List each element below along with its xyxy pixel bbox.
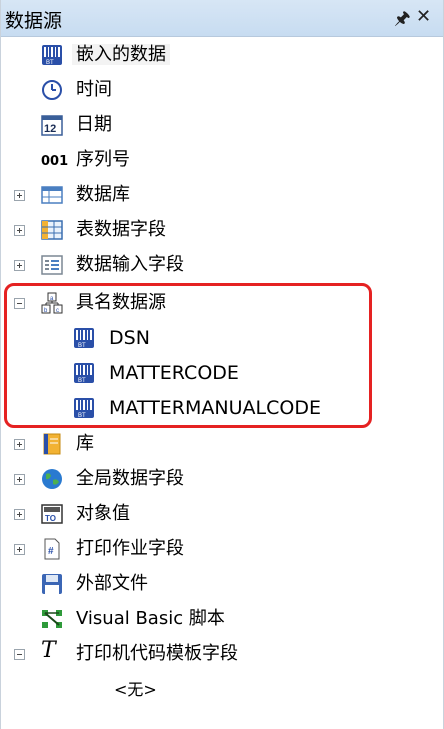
tree-item-serial-number[interactable]: 001 序列号 [1, 144, 443, 178]
tree-item-label: 数据库 [76, 184, 130, 205]
calendar-icon-number: 12 [44, 123, 56, 135]
tree-item-label: 打印机代码模板字段 [76, 643, 238, 664]
tree-item-time[interactable]: 时间 [1, 74, 443, 108]
tree-item-label: 外部文件 [76, 573, 148, 594]
script-nodes-icon [42, 610, 62, 628]
tree-item-label: 时间 [76, 79, 112, 100]
tree-item-label: 日期 [76, 114, 112, 135]
svg-text:BT: BT [46, 60, 54, 66]
tree-item-print-job-fields[interactable]: # 打印作业字段 [1, 533, 443, 567]
collapse-icon[interactable] [14, 649, 25, 660]
tree-item-label: 表数据字段 [76, 219, 166, 240]
serial-icon: 001 [41, 154, 69, 169]
tree-item-label: 序列号 [76, 149, 130, 170]
table-grid-icon [41, 220, 63, 240]
tree-item-database[interactable]: 数据库 [1, 179, 443, 213]
expand-icon[interactable] [14, 509, 25, 520]
print-job-icon: # [44, 538, 60, 560]
panel-titlebar: 数据源 🖈 ✕ [1, 0, 443, 37]
svg-text:TO: TO [45, 514, 56, 523]
clock-icon [42, 80, 62, 100]
expand-icon[interactable] [14, 190, 25, 201]
tree-item-none[interactable]: <无> [1, 674, 443, 708]
font-t-icon: T [41, 638, 56, 663]
data-source-panel: 数据源 🖈 ✕ BT 嵌入的数据 时间 12 日期 001 序列号 数据库 表数… [0, 0, 444, 729]
tree-item-label: 全局数据字段 [76, 468, 184, 489]
calendar-icon: 12 [41, 115, 63, 136]
tree-item-global-fields[interactable]: 全局数据字段 [1, 463, 443, 497]
tree-item-vb-script[interactable]: Visual Basic 脚本 [1, 603, 443, 637]
tree-item-printer-code-template-fields[interactable]: T 打印机代码模板字段 [1, 638, 443, 672]
tree-item-label: 库 [76, 433, 94, 454]
tree-item-label: 对象值 [76, 503, 130, 524]
tree-item-label: 嵌入的数据 [72, 44, 170, 65]
tree-item-label: Visual Basic 脚本 [76, 608, 225, 629]
library-icon [43, 433, 61, 455]
globe-icon [42, 469, 62, 489]
tree-item-label: 数据输入字段 [76, 254, 184, 275]
tree-item-table-fields[interactable]: 表数据字段 [1, 214, 443, 248]
expand-icon[interactable] [14, 260, 25, 271]
highlight-annotation-box [4, 283, 372, 428]
tree-item-object-value[interactable]: TO 对象值 [1, 498, 443, 532]
object-value-icon: TO [41, 504, 63, 524]
close-icon[interactable]: ✕ [416, 6, 431, 27]
tree-item-label: <无> [114, 680, 157, 699]
svg-text:#: # [48, 546, 54, 557]
expand-icon[interactable] [14, 544, 25, 555]
expand-icon[interactable] [14, 225, 25, 236]
tree-item-embedded-data[interactable]: BT 嵌入的数据 [1, 39, 443, 73]
tree-item-date[interactable]: 12 日期 [1, 109, 443, 143]
panel-title: 数据源 [5, 10, 63, 32]
save-disk-icon [42, 574, 62, 594]
tree-item-external-file[interactable]: 外部文件 [1, 568, 443, 602]
database-table-icon [41, 186, 63, 204]
expand-icon[interactable] [14, 474, 25, 485]
form-input-icon [41, 255, 63, 275]
tree-item-data-input-fields[interactable]: 数据输入字段 [1, 249, 443, 283]
expand-icon[interactable] [14, 439, 25, 450]
barcode-db-icon: BT [42, 45, 62, 66]
pin-icon[interactable]: 🖈 [394, 6, 411, 36]
tree-item-library[interactable]: 库 [1, 428, 443, 462]
tree-item-label: 打印作业字段 [76, 538, 184, 559]
